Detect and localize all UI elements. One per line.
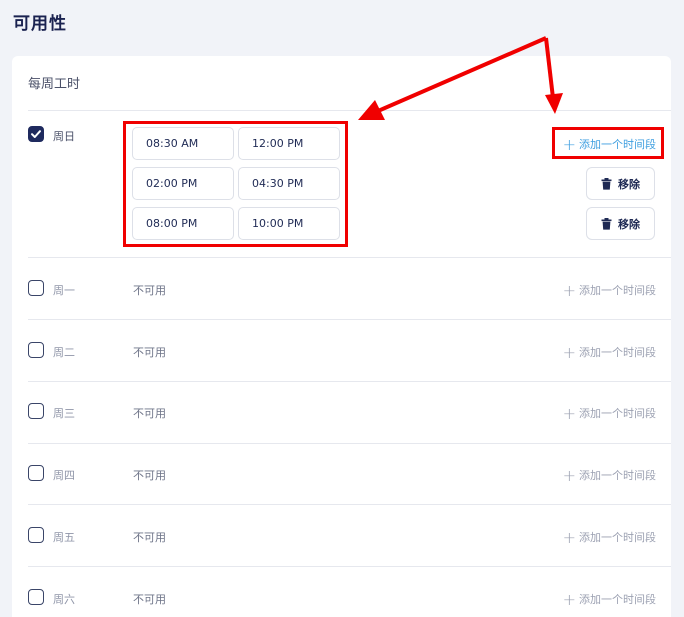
check-icon bbox=[31, 130, 41, 138]
unavailable-text: 不可用 bbox=[133, 407, 166, 420]
checkbox-friday[interactable] bbox=[28, 527, 44, 543]
start-time-input[interactable]: 08:30 AM bbox=[132, 127, 234, 160]
trash-icon bbox=[601, 217, 612, 230]
divider bbox=[28, 319, 671, 320]
day-label-monday: 周一 bbox=[53, 284, 75, 297]
page-title: 可用性 bbox=[13, 14, 67, 34]
unavailable-text: 不可用 bbox=[133, 346, 166, 359]
add-time-slot-button-friday[interactable]: + 添加一个时间段 bbox=[563, 529, 656, 545]
plus-icon: + bbox=[562, 589, 576, 609]
day-label-thursday: 周四 bbox=[53, 469, 75, 482]
unavailable-text: 不可用 bbox=[133, 593, 166, 606]
add-time-slot-button-saturday[interactable]: + 添加一个时间段 bbox=[563, 591, 656, 607]
day-label-sunday: 周日 bbox=[53, 130, 75, 143]
add-time-slot-button-tuesday[interactable]: + 添加一个时间段 bbox=[563, 344, 656, 360]
day-label-friday: 周五 bbox=[53, 531, 75, 544]
day-label-wednesday: 周三 bbox=[53, 407, 75, 420]
start-time-input[interactable]: 02:00 PM bbox=[132, 167, 234, 200]
checkbox-sunday[interactable] bbox=[28, 126, 44, 142]
checkbox-thursday[interactable] bbox=[28, 465, 44, 481]
divider bbox=[28, 381, 671, 382]
start-time-input[interactable]: 08:00 PM bbox=[132, 207, 234, 240]
add-slot-label: 添加一个时间段 bbox=[579, 138, 656, 151]
add-time-slot-button-thursday[interactable]: + 添加一个时间段 bbox=[563, 467, 656, 483]
add-slot-label: 添加一个时间段 bbox=[579, 469, 656, 482]
trash-icon bbox=[601, 177, 612, 190]
add-time-slot-button-wednesday[interactable]: + 添加一个时间段 bbox=[563, 405, 656, 421]
divider bbox=[28, 504, 671, 505]
end-time-input[interactable]: 10:00 PM bbox=[238, 207, 340, 240]
add-time-slot-button-monday[interactable]: + 添加一个时间段 bbox=[563, 282, 656, 298]
divider bbox=[28, 110, 671, 111]
end-time-input[interactable]: 04:30 PM bbox=[238, 167, 340, 200]
unavailable-text: 不可用 bbox=[133, 531, 166, 544]
plus-icon: + bbox=[562, 527, 576, 547]
day-label-tuesday: 周二 bbox=[53, 346, 75, 359]
checkbox-tuesday[interactable] bbox=[28, 342, 44, 358]
plus-icon: + bbox=[562, 403, 576, 423]
add-slot-label: 添加一个时间段 bbox=[579, 284, 656, 297]
plus-icon: + bbox=[562, 342, 576, 362]
remove-label: 移除 bbox=[618, 217, 640, 231]
add-slot-label: 添加一个时间段 bbox=[579, 593, 656, 606]
add-slot-label: 添加一个时间段 bbox=[579, 346, 656, 359]
add-slot-label: 添加一个时间段 bbox=[579, 407, 656, 420]
checkbox-monday[interactable] bbox=[28, 280, 44, 296]
weekly-hours-card: 每周工时 周日 08:30 AM 12:00 PM 02:00 PM 04:30… bbox=[12, 56, 671, 617]
plus-icon: + bbox=[562, 465, 576, 485]
checkbox-saturday[interactable] bbox=[28, 589, 44, 605]
remove-slot-button[interactable]: 移除 bbox=[586, 207, 655, 240]
remove-label: 移除 bbox=[618, 177, 640, 191]
plus-icon: + bbox=[562, 134, 576, 154]
divider bbox=[28, 566, 671, 567]
divider bbox=[28, 257, 671, 258]
checkbox-wednesday[interactable] bbox=[28, 403, 44, 419]
remove-slot-button[interactable]: 移除 bbox=[586, 167, 655, 200]
card-title: 每周工时 bbox=[28, 77, 81, 92]
add-slot-label: 添加一个时间段 bbox=[579, 531, 656, 544]
unavailable-text: 不可用 bbox=[133, 284, 166, 297]
end-time-input[interactable]: 12:00 PM bbox=[238, 127, 340, 160]
day-label-saturday: 周六 bbox=[53, 593, 75, 606]
plus-icon: + bbox=[562, 280, 576, 300]
unavailable-text: 不可用 bbox=[133, 469, 166, 482]
divider bbox=[28, 443, 671, 444]
add-time-slot-button-sunday[interactable]: + 添加一个时间段 bbox=[563, 136, 656, 152]
